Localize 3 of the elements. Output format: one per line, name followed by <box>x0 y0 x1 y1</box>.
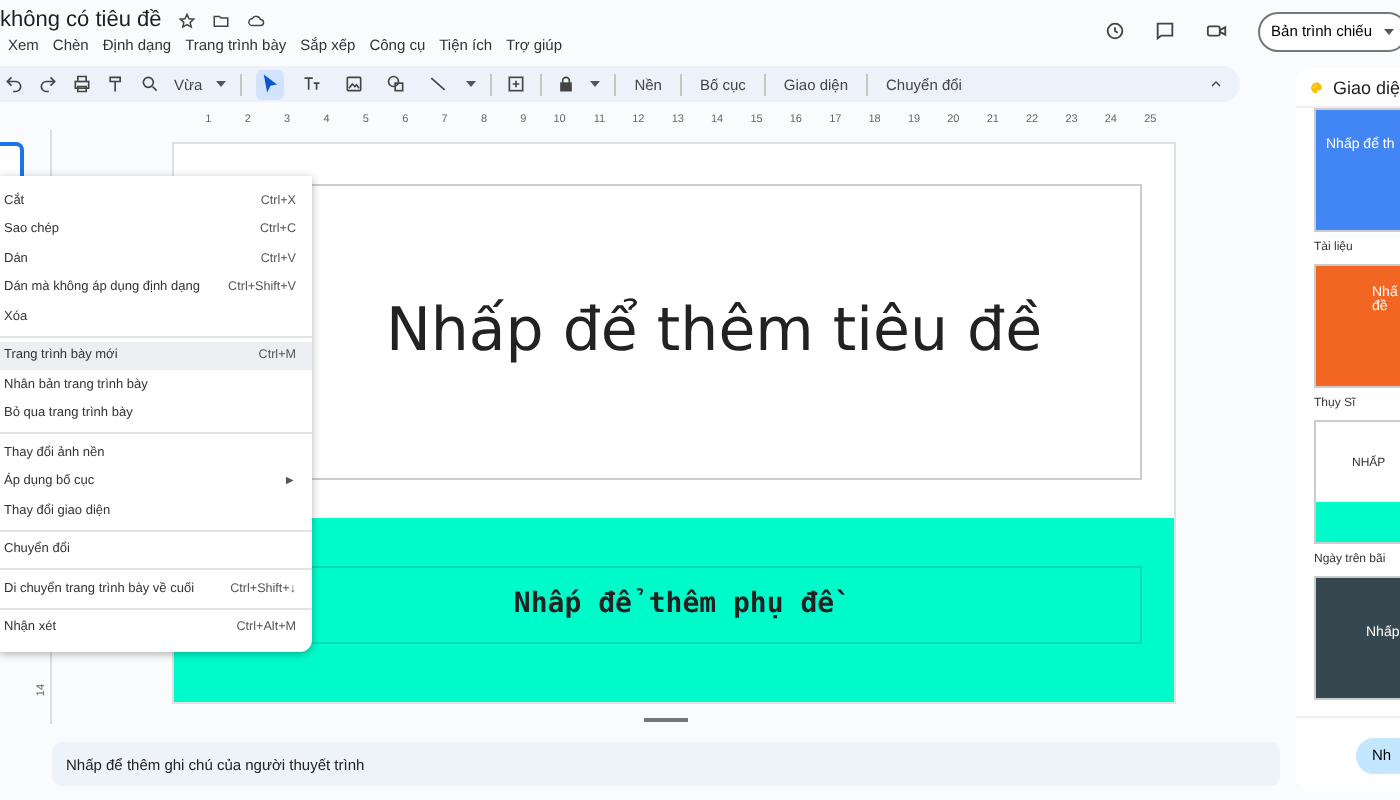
panel-title: Giao diệ <box>1332 77 1400 97</box>
slide-title: Nhấp để thêm tiêu đề <box>385 294 1043 370</box>
slide-subtitle: Nhấp để thêm phụ đề <box>505 578 843 632</box>
